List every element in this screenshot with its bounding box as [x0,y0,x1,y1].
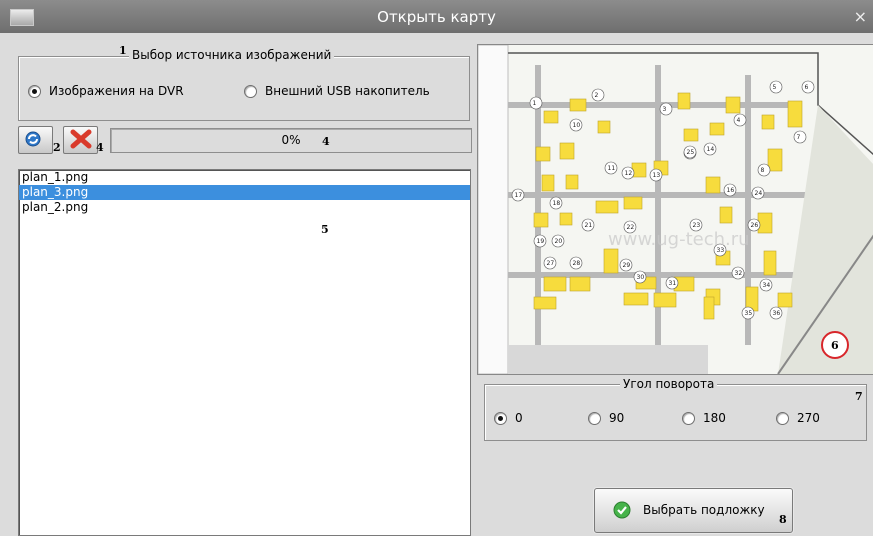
plot-number: 3 [663,106,667,113]
radio-rotate-270[interactable]: 270 [776,411,820,425]
radio-rotate-0-button[interactable] [494,411,507,425]
plot-number: 11 [608,165,616,172]
plot-number: 2 [595,92,599,99]
select-background-button[interactable]: Выбрать подложку 8 [594,488,793,533]
plot-number: 1 [533,100,537,107]
plot-number: 32 [735,270,743,277]
refresh-button[interactable] [18,126,53,154]
radio-rotate-0[interactable]: 0 [494,411,523,425]
plot-number: 27 [547,260,555,267]
plot-number: 19 [537,238,545,245]
plot-number: 20 [555,238,563,245]
source-group-legend: Выбор источника изображений [129,48,335,62]
delete-button[interactable] [63,126,98,154]
radio-rotate-90-label: 90 [609,411,625,425]
window-title: Открыть карту [377,8,496,26]
plot-number: 14 [707,146,715,153]
radio-dvr-button[interactable] [28,84,41,98]
marker-1: 1 [119,44,127,57]
radio-rotate-0-label: 0 [515,411,523,425]
plot-number: 6 [805,84,809,91]
plot-number: 7 [797,134,801,141]
plot-number: 16 [727,187,735,194]
marker-7: 7 [855,390,863,403]
marker-8: 8 [779,513,787,526]
plot-number: 36 [773,310,781,317]
check-icon [613,501,631,519]
radio-usb-label: Внешний USB накопитель [265,84,430,98]
plot-number: 28 [573,260,581,267]
marker-4-delete: 4 [96,141,104,154]
list-item-selected[interactable]: plan_3.png [19,185,470,200]
site-plan-image: 1234567810111213141516171819202122232425… [478,45,873,374]
list-item[interactable]: plan_2.png [19,200,470,215]
radio-dvr-label: Изображения на DVR [49,84,184,98]
rotation-group-legend: Угол поворота [620,377,718,391]
plot-number: 10 [573,122,581,129]
radio-rotate-180-label: 180 [703,411,726,425]
plot-number: 17 [515,192,523,199]
select-background-label: Выбрать подложку [643,503,765,517]
plot-number: 35 [745,310,753,317]
plot-number: 21 [585,222,593,229]
delete-icon [70,129,92,149]
title-bar[interactable]: Открыть карту × [0,0,873,33]
radio-usb-button[interactable] [244,84,257,98]
plot-number: 24 [755,190,763,197]
radio-rotate-270-button[interactable] [776,411,789,425]
plot-number: 18 [553,200,561,207]
radio-rotate-270-label: 270 [797,411,820,425]
map-preview: 1234567810111213141516171819202122232425… [477,44,873,375]
progress-text: 0% [281,133,301,147]
plot-number: 12 [625,170,633,177]
plot-number: 26 [751,222,759,229]
plot-number: 8 [761,167,765,174]
progress-bar: 0% [110,128,472,153]
marker-6: 6 [831,339,839,352]
plot-number: 25 [687,149,695,156]
marker-5: 5 [321,223,329,236]
plot-number: 30 [637,274,645,281]
radio-rotate-180-button[interactable] [682,411,695,425]
plot-number: 4 [737,117,741,124]
radio-rotate-90-button[interactable] [588,411,601,425]
list-item[interactable]: plan_1.png [19,170,470,185]
plot-number: 13 [653,172,661,179]
plot-number: 31 [669,280,677,287]
plot-number: 34 [763,282,771,289]
close-icon[interactable]: × [854,7,867,26]
radio-dvr[interactable]: Изображения на DVR [28,84,184,98]
radio-rotate-180[interactable]: 180 [682,411,726,425]
radio-rotate-90[interactable]: 90 [588,411,624,425]
refresh-icon [25,131,41,147]
marker-4-progress: 4 [322,135,330,148]
file-list[interactable]: plan_1.png plan_3.png plan_2.png [18,169,471,536]
plot-number: 5 [773,84,777,91]
plot-number: 23 [693,222,701,229]
radio-usb[interactable]: Внешний USB накопитель [244,84,430,98]
plot-number: 29 [623,262,631,269]
marker-2: 2 [53,141,61,154]
watermark: www.ug-tech.ru [608,229,750,250]
